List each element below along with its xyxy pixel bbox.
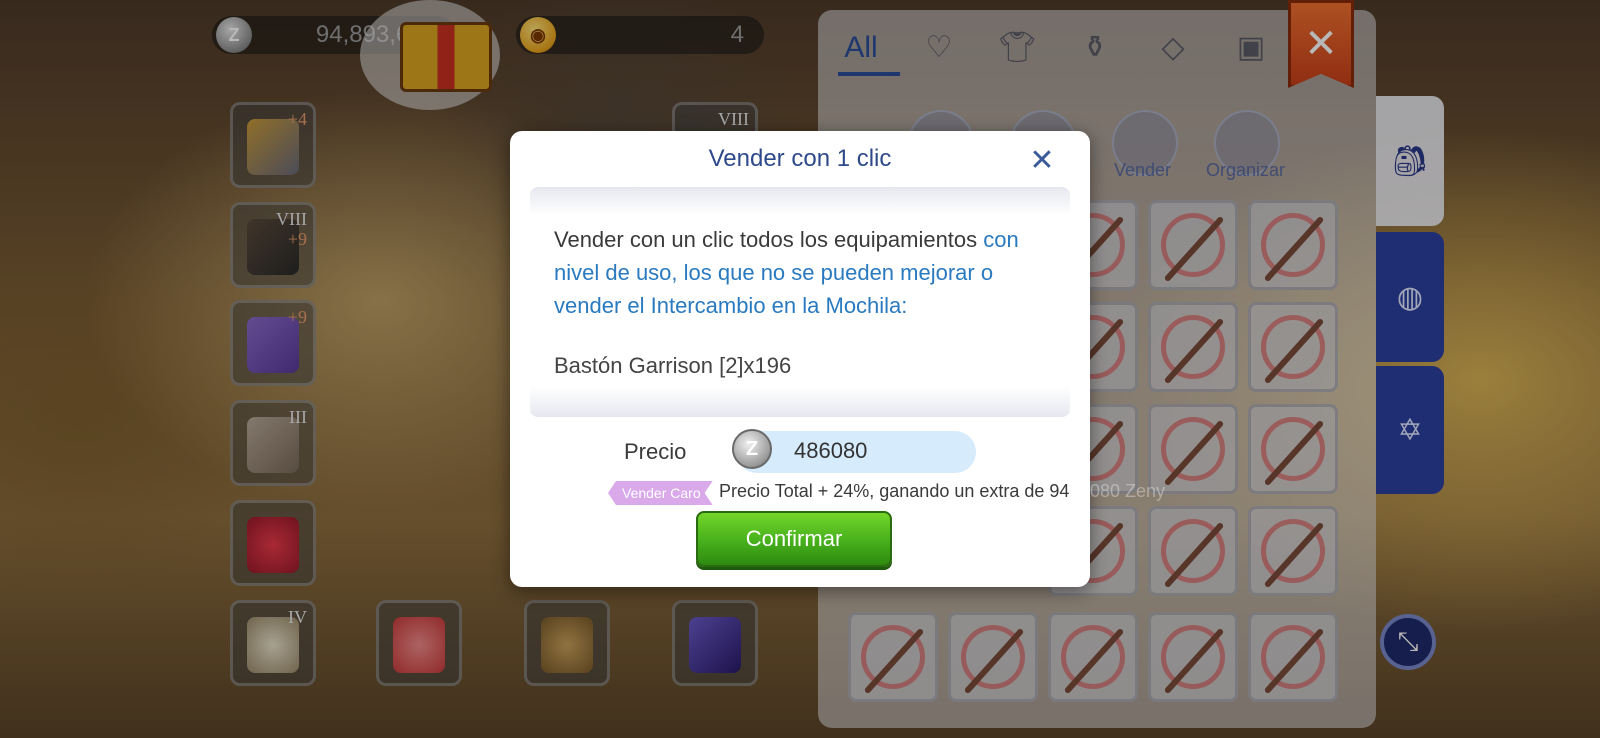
dialog-title: Vender con 1 clic	[708, 145, 892, 172]
price-value: 486080	[794, 438, 868, 463]
confirm-button[interactable]: Confirmar	[696, 511, 892, 567]
promo-text: Precio Total + 24%, ganando un extra de …	[719, 481, 1070, 501]
zeny-coin-icon: Z	[732, 429, 772, 469]
dialog-description: Vender con un clic todos los equipamient…	[554, 223, 1054, 322]
dialog-body: Vender con un clic todos los equipamient…	[530, 187, 1070, 417]
sell-dialog: Vender con 1 clic ✕ Vender con un clic t…	[510, 131, 1090, 587]
close-icon[interactable]: ✕	[1028, 146, 1056, 176]
description-text: Vender con un clic todos los equipamient…	[554, 227, 978, 252]
price-label: Precio	[624, 439, 687, 464]
promo-tag: Vender Caro	[608, 481, 713, 505]
sell-item-line: Bastón Garrison [2]x196	[554, 353, 792, 378]
promo-text-overflow: 080 Zeny	[1090, 481, 1166, 501]
